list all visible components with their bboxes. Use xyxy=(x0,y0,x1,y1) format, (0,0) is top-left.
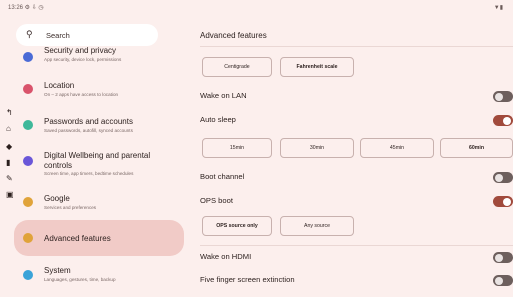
auto-sleep-label: Auto sleep xyxy=(200,115,236,124)
page-title: Advanced features xyxy=(200,31,267,40)
divider xyxy=(200,46,513,47)
wake-on-hdmi-label: Wake on HDMI xyxy=(200,252,252,261)
sidebar-item-google[interactable]: Google Services and preferences xyxy=(14,189,184,215)
sleep-45min-option[interactable]: 45min xyxy=(360,138,434,158)
sidebar-item-subtitle: Saved passwords, autofill, synced accoun… xyxy=(44,128,133,133)
divider xyxy=(200,245,513,246)
search-bar[interactable]: ⚲ Search xyxy=(16,24,158,46)
sidebar-item-title: Digital Wellbeing and parental controls xyxy=(44,151,151,170)
toggle-knob xyxy=(503,197,511,206)
sidebar-item-advanced-features[interactable]: Advanced features xyxy=(14,220,184,256)
five-finger-toggle[interactable] xyxy=(493,275,513,286)
any-source-option[interactable]: Any source xyxy=(280,216,354,236)
sleep-15min-option[interactable]: 15min xyxy=(202,138,272,158)
sidebar-item-subtitle: Services and preferences xyxy=(44,205,97,210)
sidebar-item-title: System xyxy=(44,266,71,275)
key-icon xyxy=(23,120,33,130)
sidebar-item-subtitle: App security, device lock, permissions xyxy=(44,57,122,62)
search-label: Search xyxy=(46,31,70,40)
sidebar-item-subtitle: Screen time, app timers, bedtime schedul… xyxy=(44,171,134,176)
notes-icon[interactable]: ▮ xyxy=(6,158,10,167)
toggle-knob xyxy=(495,253,503,262)
sidebar-item-title: Advanced features xyxy=(44,234,111,243)
toggle-knob xyxy=(495,276,503,285)
status-time: 13:26 ⚙ ⇩ ◷ xyxy=(8,5,44,11)
search-icon: ⚲ xyxy=(26,29,33,39)
sidebar-item-passwords[interactable]: Passwords and accounts Saved passwords, … xyxy=(14,112,184,138)
sidebar-item-subtitle: On – 2 apps have access to location xyxy=(44,92,119,97)
advanced-features-icon xyxy=(23,233,33,243)
briefcase-icon[interactable]: ▣ xyxy=(6,190,14,199)
ops-boot-toggle[interactable] xyxy=(493,196,513,207)
layers-icon[interactable]: ◆ xyxy=(6,142,12,151)
toggle-knob xyxy=(503,116,511,125)
sidebar-item-security[interactable]: Security and privacy App security, devic… xyxy=(14,44,184,66)
status-bar: 13:26 ⚙ ⇩ ◷ ▼▮ xyxy=(0,0,513,14)
advanced-features-panel: Advanced features Centigrade Fahrenheit … xyxy=(190,14,513,297)
sidebar-item-title: Passwords and accounts xyxy=(44,117,133,126)
auto-sleep-toggle[interactable] xyxy=(493,115,513,126)
sidebar-item-digital-wellbeing[interactable]: Digital Wellbeing and parental controls … xyxy=(14,146,184,182)
sidebar-item-title: Location xyxy=(44,81,75,90)
back-icon[interactable]: ↰ xyxy=(6,108,13,117)
info-icon xyxy=(23,270,33,280)
ops-boot-label: OPS boot xyxy=(200,196,233,205)
sidebar-item-subtitle: Languages, gestures, time, backup xyxy=(44,277,116,282)
sidebar-item-title: Security and privacy xyxy=(44,46,117,55)
security-icon xyxy=(23,52,33,62)
sidebar-item-location[interactable]: Location On – 2 apps have access to loca… xyxy=(14,76,184,102)
edit-icon[interactable]: ✎ xyxy=(6,174,13,183)
google-icon xyxy=(23,197,33,207)
sleep-30min-option[interactable]: 30min xyxy=(280,138,354,158)
boot-channel-label: Boot channel xyxy=(200,172,245,181)
home-icon[interactable]: ⌂ xyxy=(6,124,11,133)
ops-source-only-option[interactable]: OPS source only xyxy=(202,216,272,236)
sleep-60min-option[interactable]: 60min xyxy=(440,138,513,158)
wake-on-lan-toggle[interactable] xyxy=(493,91,513,102)
wellbeing-icon xyxy=(23,156,33,166)
status-icons: ▼▮ xyxy=(493,5,503,11)
five-finger-label: Five finger screen extinction xyxy=(200,275,295,284)
toggle-knob xyxy=(495,92,503,101)
floating-toolbar: ↰ ⌂ ◆ ▮ ✎ ▣ xyxy=(4,106,16,206)
fahrenheit-option[interactable]: Fahrenheit scale xyxy=(280,57,354,77)
boot-channel-toggle[interactable] xyxy=(493,172,513,183)
toggle-knob xyxy=(495,173,503,182)
wake-on-lan-label: Wake on LAN xyxy=(200,91,247,100)
sidebar-item-title: Google xyxy=(44,194,70,203)
location-icon xyxy=(23,84,33,94)
sidebar-item-system[interactable]: System Languages, gestures, time, backup xyxy=(14,262,184,288)
wake-on-hdmi-toggle[interactable] xyxy=(493,252,513,263)
settings-sidebar: ⚲ Search Security and privacy App securi… xyxy=(0,14,190,297)
centigrade-option[interactable]: Centigrade xyxy=(202,57,272,77)
